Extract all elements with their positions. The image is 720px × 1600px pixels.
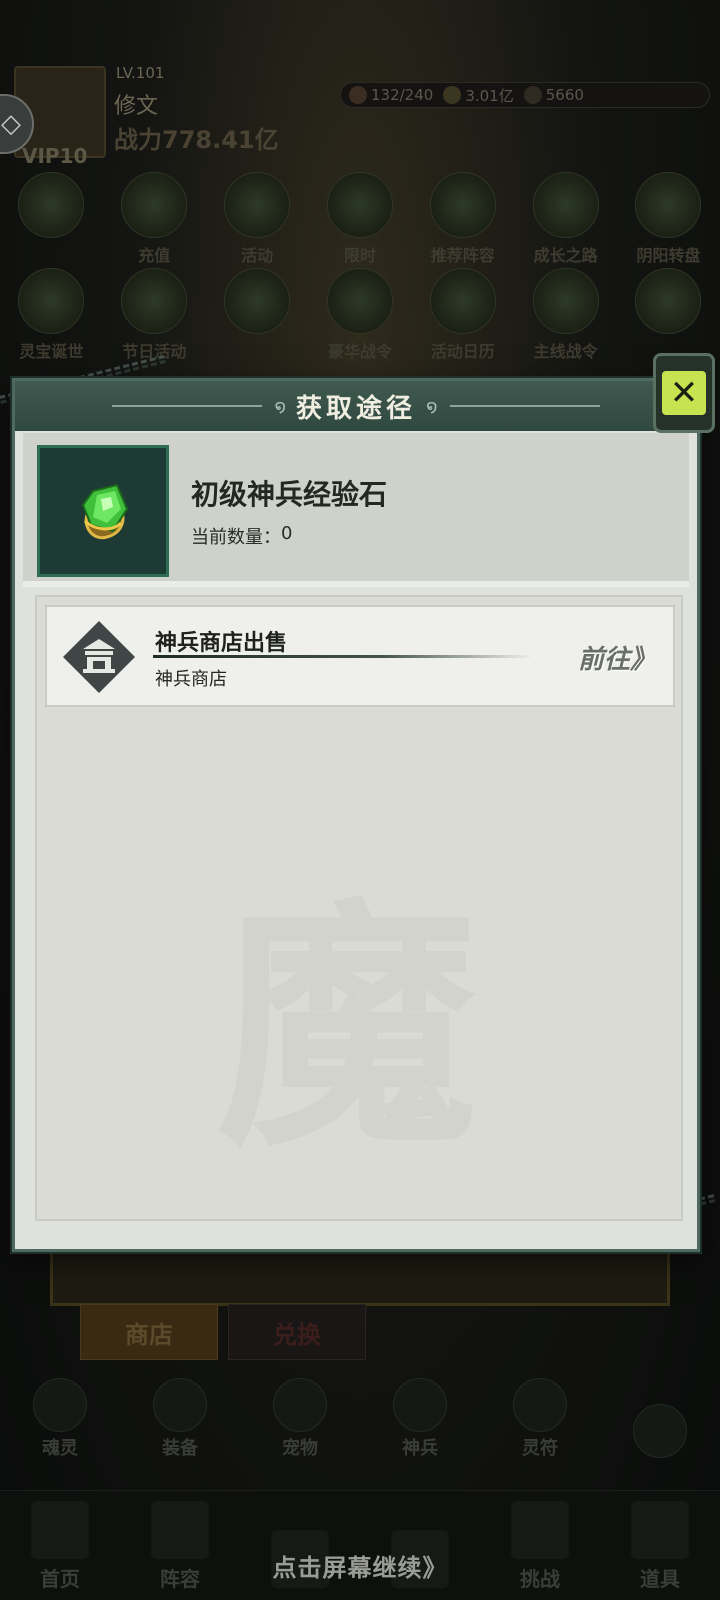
resource-value: 3.01亿: [465, 86, 514, 105]
event-icon: [18, 172, 85, 238]
player-name: 修文: [114, 94, 159, 119]
source-title: 神兵商店出售: [155, 631, 288, 656]
menu-item-calendar[interactable]: 活动日历: [413, 268, 513, 362]
acquisition-dialog: ໑ 获取途径 ໑ ✕ 初级神兵经验石 当前数量： 0 魔 神兵商店出售 神兵商店…: [12, 353, 715, 1252]
header-divider-right: [449, 405, 600, 407]
player-level: LV.101: [116, 64, 165, 82]
soul-icon: [33, 1378, 87, 1432]
resource-gem[interactable]: 5660: [523, 86, 584, 104]
menu-item-pass[interactable]: [618, 268, 718, 362]
bottom-nav: 首页 阵容 挑战 道具: [0, 1490, 720, 1600]
menu-item-limited[interactable]: 限时: [310, 172, 410, 266]
tab-shop[interactable]: 商店: [80, 1304, 218, 1360]
swirl-ornament-icon: ໑: [274, 395, 286, 417]
item-icon-frame[interactable]: [37, 445, 169, 577]
activity-icon: [224, 172, 291, 238]
sub-nav-soul[interactable]: 魂灵: [5, 1378, 115, 1460]
close-button[interactable]: ✕: [653, 353, 715, 433]
coin-icon: [443, 86, 462, 104]
item-count: 当前数量： 0: [191, 523, 292, 549]
close-icon: ✕: [662, 371, 706, 415]
tap-to-continue-hint[interactable]: 点击屏幕继续》: [0, 1548, 720, 1583]
item-info-box: 初级神兵经验石 当前数量： 0: [23, 433, 689, 587]
menu-item-festival[interactable]: 节日活动: [104, 268, 204, 362]
item-name: 初级神兵经验石: [191, 478, 388, 511]
festival-icon: [121, 268, 188, 334]
calligraphy-watermark: 魔: [217, 876, 477, 1181]
menu-row-second: 灵宝诞世 节日活动 豪华战令 活动日历 主线战令: [0, 268, 720, 362]
resource-coin[interactable]: 3.01亿: [443, 85, 514, 106]
tab-exchange[interactable]: 兑换: [228, 1304, 366, 1360]
swirl-ornament-icon: ໑: [426, 395, 438, 417]
sub-nav-weapon[interactable]: 神兵: [365, 1378, 475, 1460]
source-title-underline: [153, 655, 533, 658]
talisman-icon: [513, 1378, 567, 1432]
sub-nav: 魂灵 装备 宠物 神兵 灵符: [0, 1378, 720, 1460]
shop-building-icon: [63, 621, 135, 693]
header-divider-left: [112, 405, 263, 407]
resource-value: 132/240: [371, 86, 434, 104]
source-list: 魔 神兵商店出售 神兵商店 前往》: [35, 595, 683, 1221]
menu-item-battlepass[interactable]: 豪华战令: [310, 268, 410, 362]
menu-item-lineup[interactable]: 推荐阵容: [413, 172, 513, 266]
sub-nav-pet[interactable]: 宠物: [245, 1378, 355, 1460]
pet-icon: [273, 1378, 327, 1432]
treasure-icon: [18, 268, 85, 334]
sub-nav-talisman[interactable]: 灵符: [485, 1378, 595, 1460]
menu-item-wheel[interactable]: 阴阳转盘: [618, 172, 718, 266]
vip-badge: VIP10: [22, 144, 88, 168]
gem-icon: [523, 86, 542, 104]
lineup-icon: [429, 172, 496, 238]
growth-icon: [532, 172, 599, 238]
menu-item-growth[interactable]: 成长之路: [516, 172, 616, 266]
diamond-back-icon: ◇: [1, 109, 21, 139]
dialog-title: 获取途径: [295, 393, 416, 424]
resource-bar: 132/240 3.01亿 5660: [340, 82, 710, 108]
menu-item-gift[interactable]: [207, 268, 307, 362]
resource-value: 5660: [545, 86, 584, 104]
menu-item-mainpass[interactable]: 主线战令: [516, 268, 616, 362]
menu-item-treasure[interactable]: 灵宝诞世: [1, 268, 101, 362]
go-button[interactable]: 前往》: [575, 637, 659, 677]
recharge-icon: [121, 172, 188, 238]
menu-item-activity[interactable]: 活动: [207, 172, 307, 266]
player-power: 战力778.41亿: [114, 126, 279, 154]
menu-row-top: 充值 活动 限时 推荐阵容 成长之路 阴阳转盘: [0, 172, 720, 266]
calendar-icon: [429, 268, 496, 334]
equipment-icon: [153, 1378, 207, 1432]
pass-icon: [635, 268, 702, 334]
menu-item-event[interactable]: [1, 172, 101, 266]
sub-nav-plus[interactable]: [605, 1404, 715, 1460]
gift-icon: [224, 268, 291, 334]
dialog-header: ໑ 获取途径 ໑: [15, 381, 697, 431]
limited-icon: [326, 172, 393, 238]
mainpass-icon: [532, 268, 599, 334]
resource-stamina[interactable]: 132/240: [349, 86, 433, 104]
item-count-label: 当前数量：: [191, 527, 281, 548]
plus-icon: [633, 1404, 687, 1458]
source-subtitle: 神兵商店: [155, 669, 227, 690]
item-count-value: 0: [281, 523, 293, 544]
sub-nav-equipment[interactable]: 装备: [125, 1378, 235, 1460]
wheel-icon: [635, 172, 702, 238]
stamina-icon: [349, 86, 367, 104]
menu-item-recharge[interactable]: 充值: [104, 172, 204, 266]
source-row[interactable]: 神兵商店出售 神兵商店 前往》: [45, 605, 675, 707]
battlepass-icon: [326, 268, 393, 334]
weapon-icon: [393, 1378, 447, 1432]
green-gem-icon: [81, 483, 129, 540]
